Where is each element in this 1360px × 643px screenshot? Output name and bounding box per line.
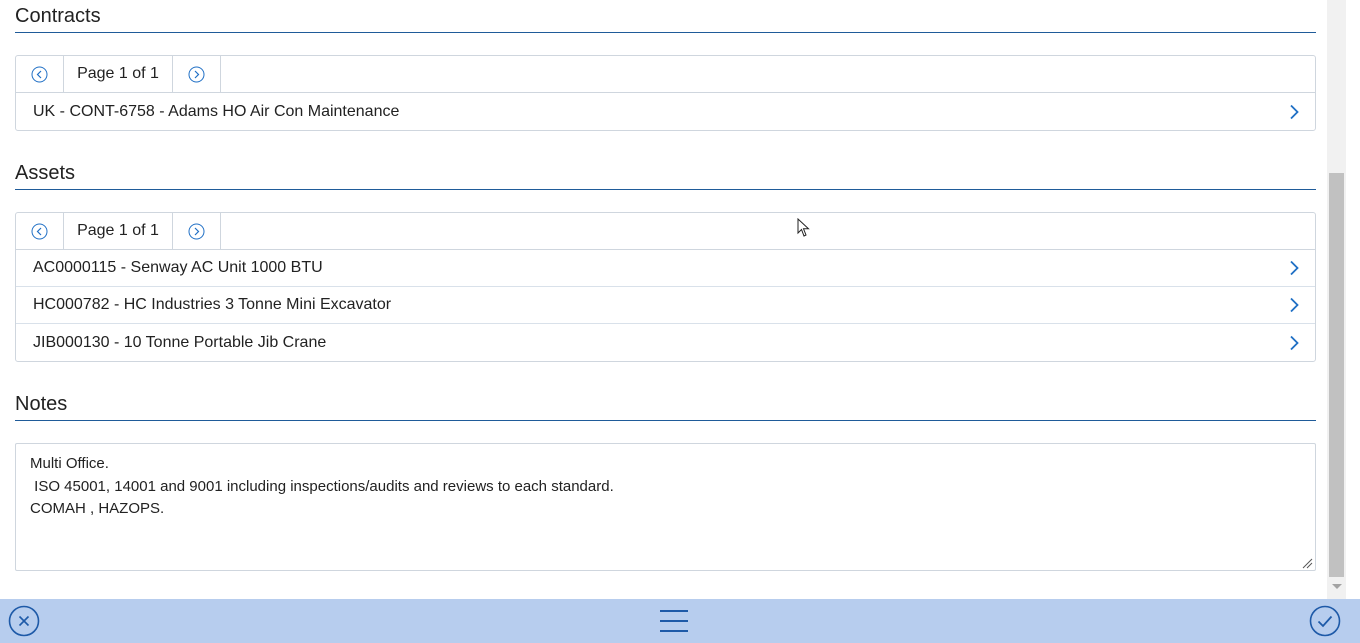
asset-list-item[interactable]: HC000782 - HC Industries 3 Tonne Mini Ex… xyxy=(16,287,1315,324)
contracts-section-title: Contracts xyxy=(15,3,1316,33)
notes-textarea[interactable]: Multi Office. ISO 45001, 14001 and 9001 … xyxy=(15,443,1316,571)
contract-item-label: UK - CONT-6758 - Adams HO Air Con Mainte… xyxy=(33,102,400,120)
asset-item-label: JIB000130 - 10 Tonne Portable Jib Crane xyxy=(33,333,327,351)
notes-section-title: Notes xyxy=(15,391,1316,421)
assets-page-indicator: Page 1 of 1 xyxy=(64,213,173,249)
scroll-down-arrow-icon[interactable] xyxy=(1332,584,1342,589)
assets-section-title: Assets xyxy=(15,160,1316,190)
circle-chevron-left-icon xyxy=(31,66,48,82)
circle-check-icon xyxy=(1309,605,1341,637)
hamburger-menu-icon xyxy=(660,610,688,632)
resize-handle-icon[interactable] xyxy=(1302,558,1313,569)
mouse-cursor-icon xyxy=(797,218,810,237)
assets-panel: Page 1 of 1 AC0000115 - Senway AC Unit 1… xyxy=(15,212,1316,362)
form-content: Contracts Page 1 of 1 UK - CONT-6758 - A… xyxy=(0,0,1327,599)
circle-x-icon xyxy=(8,605,40,637)
contracts-panel: Page 1 of 1 UK - CONT-6758 - Adams HO Ai… xyxy=(15,55,1316,131)
contracts-next-page-button[interactable] xyxy=(173,56,221,92)
chevron-right-icon xyxy=(1287,296,1301,314)
chevron-right-icon xyxy=(1287,334,1301,352)
cancel-button[interactable] xyxy=(8,605,40,637)
assets-pager: Page 1 of 1 xyxy=(16,213,1315,250)
assets-prev-page-button[interactable] xyxy=(16,213,64,249)
circle-chevron-right-icon xyxy=(188,223,205,239)
scrollbar-thumb[interactable] xyxy=(1329,173,1344,577)
contracts-page-indicator: Page 1 of 1 xyxy=(64,56,173,92)
menu-button[interactable] xyxy=(658,605,690,637)
circle-chevron-left-icon xyxy=(31,223,48,239)
chevron-right-icon xyxy=(1287,259,1301,277)
contracts-prev-page-button[interactable] xyxy=(16,56,64,92)
asset-list-item[interactable]: AC0000115 - Senway AC Unit 1000 BTU xyxy=(16,250,1315,287)
contracts-pager: Page 1 of 1 xyxy=(16,56,1315,93)
contract-list-item[interactable]: UK - CONT-6758 - Adams HO Air Con Mainte… xyxy=(16,93,1315,130)
window-edge xyxy=(1346,0,1360,599)
confirm-button[interactable] xyxy=(1309,605,1341,637)
vertical-scrollbar[interactable] xyxy=(1327,0,1346,599)
asset-list-item[interactable]: JIB000130 - 10 Tonne Portable Jib Crane xyxy=(16,324,1315,361)
assets-next-page-button[interactable] xyxy=(173,213,221,249)
circle-chevron-right-icon xyxy=(188,66,205,82)
bottom-action-bar xyxy=(0,599,1360,643)
chevron-right-icon xyxy=(1287,103,1301,121)
asset-item-label: AC0000115 - Senway AC Unit 1000 BTU xyxy=(33,259,323,276)
asset-item-label: HC000782 - HC Industries 3 Tonne Mini Ex… xyxy=(33,296,392,313)
